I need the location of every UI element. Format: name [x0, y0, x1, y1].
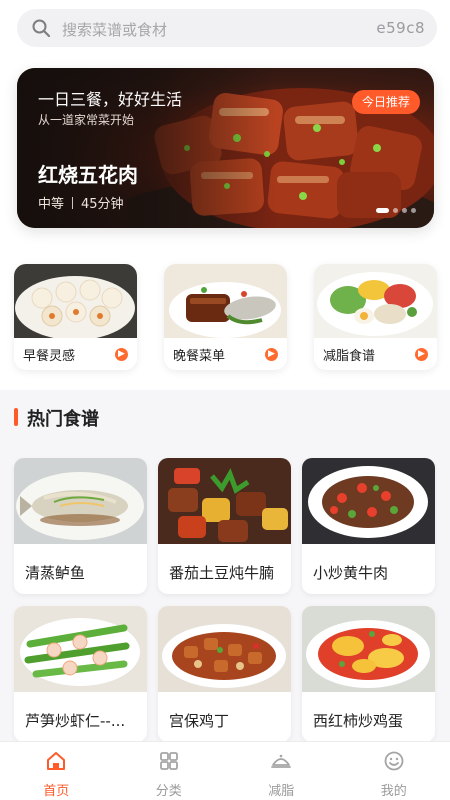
nav-label: 我的 [380, 784, 407, 799]
stir-fried-beef-image [302, 458, 435, 544]
meta-divider [72, 197, 74, 209]
salad-image [314, 264, 437, 338]
section-title: 热门食谱 [27, 409, 99, 430]
recipe-name: 小炒黄牛肉 [313, 564, 389, 582]
recipe-card[interactable]: 芦笋炒虾仁--... [14, 606, 147, 742]
search-bar[interactable]: 搜索菜谱或食材 e59c8 [17, 9, 437, 47]
dish-cover-icon [271, 754, 292, 768]
arrow-right-icon: ▶ [265, 348, 278, 361]
carousel-dot[interactable] [376, 208, 389, 213]
recipe-card[interactable]: 番茄土豆炖牛腩 [158, 458, 291, 594]
carousel-dot[interactable] [411, 208, 416, 213]
bottom-nav: 首页 分类 减脂 我的 [0, 741, 450, 800]
category-label: 减脂食谱 [323, 349, 376, 364]
section-accent-bar [14, 408, 18, 426]
recipe-name: 番茄土豆炖牛腩 [169, 564, 275, 582]
recipe-name: 西红柿炒鸡蛋 [313, 712, 404, 730]
nav-label: 减脂 [268, 784, 295, 799]
featured-banner[interactable]: 一日三餐，好好生活 从一道家常菜开始 红烧五花肉 中等 45分钟 今日推荐 [17, 68, 434, 228]
recipe-name: 清蒸鲈鱼 [25, 564, 86, 582]
recipe-card[interactable]: 清蒸鲈鱼 [14, 458, 147, 594]
nav-item-category[interactable]: 分类 [113, 742, 226, 800]
search-icon [32, 19, 51, 38]
nav-label: 分类 [155, 784, 182, 799]
recipe-name: 芦笋炒虾仁--... [25, 712, 126, 730]
home-icon [47, 752, 66, 770]
search-placeholder: 搜索菜谱或食材 [62, 21, 168, 39]
category-card-dinner[interactable]: 晚餐菜单 ▶ [164, 264, 287, 370]
carousel-dot[interactable] [402, 208, 407, 213]
search-code-label: e59c8 [376, 19, 425, 37]
recipe-card[interactable]: 小炒黄牛肉 [302, 458, 435, 594]
nav-item-home[interactable]: 首页 [0, 742, 113, 800]
carousel-dot[interactable] [393, 208, 398, 213]
carousel-dots[interactable] [376, 208, 416, 213]
banner-subtitle: 从一道家常菜开始 [38, 113, 135, 127]
category-label: 晚餐菜单 [173, 349, 226, 364]
category-card-lowfat[interactable]: 减脂食谱 ▶ [314, 264, 437, 370]
asparagus-shrimp-image [14, 606, 147, 692]
today-recommend-badge: 今日推荐 [351, 90, 420, 114]
banner-slogan: 一日三餐，好好生活 [38, 90, 183, 109]
recipe-name: 宫保鸡丁 [169, 712, 230, 730]
smile-face-icon [384, 751, 404, 771]
difficulty-label: 中等 [38, 197, 65, 212]
dinner-image [164, 264, 287, 338]
arrow-right-icon: ▶ [415, 348, 428, 361]
category-grid-icon [159, 752, 178, 770]
beef-brisket-image [158, 458, 291, 544]
recipe-card[interactable]: 西红柿炒鸡蛋 [302, 606, 435, 742]
breakfast-image [14, 264, 137, 338]
nav-item-profile[interactable]: 我的 [338, 742, 450, 800]
duration-label: 45分钟 [81, 197, 124, 212]
arrow-right-icon: ▶ [115, 348, 128, 361]
steamed-bass-image [14, 458, 147, 544]
banner-meta: 中等 45分钟 [38, 193, 124, 212]
category-card-breakfast[interactable]: 早餐灵感 ▶ [14, 264, 137, 370]
nav-label: 首页 [43, 784, 70, 799]
tomato-egg-image [302, 606, 435, 692]
nav-item-lowfat[interactable]: 减脂 [225, 742, 338, 800]
recipe-card[interactable]: 宫保鸡丁 [158, 606, 291, 742]
kung-pao-chicken-image [158, 606, 291, 692]
category-label: 早餐灵感 [23, 349, 76, 364]
banner-dish-name: 红烧五花肉 [38, 163, 138, 187]
